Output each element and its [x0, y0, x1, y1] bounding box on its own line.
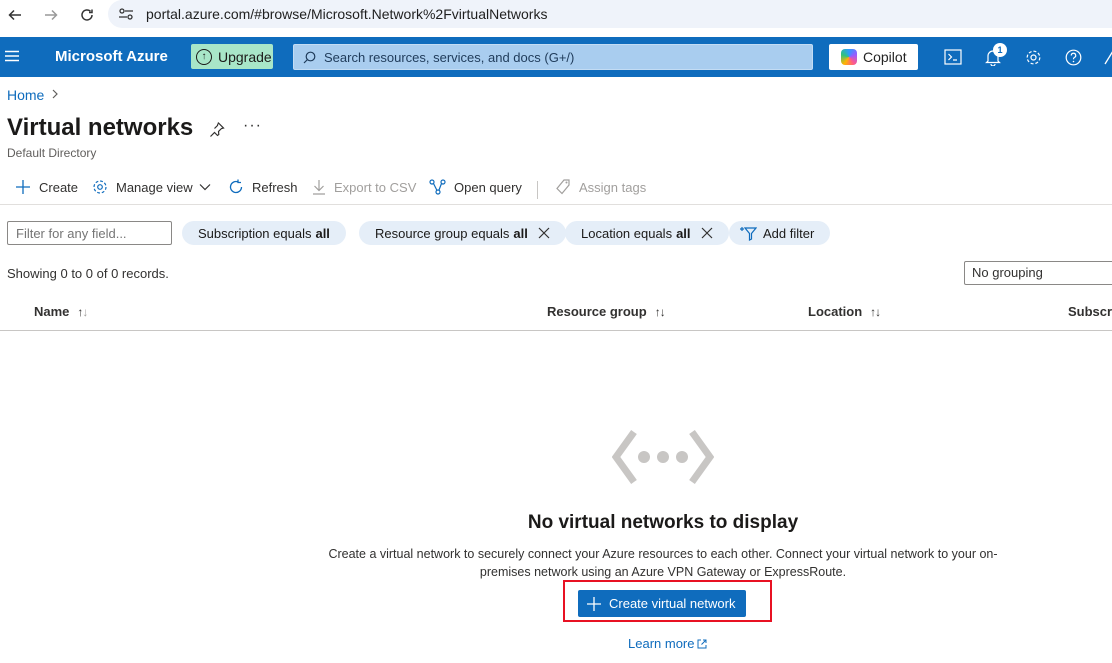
assign-tags-button[interactable]: Assign tags: [556, 179, 646, 195]
copilot-button[interactable]: Copilot: [829, 44, 918, 70]
records-count: Showing 0 to 0 of 0 records.: [7, 266, 169, 281]
create-virtual-network-button[interactable]: Create virtual network: [578, 590, 746, 617]
feedback-icon[interactable]: [1100, 48, 1112, 66]
empty-state-title: No virtual networks to display: [527, 512, 799, 533]
column-header-resource-group[interactable]: Resource group ↑↓: [547, 304, 666, 319]
upgrade-arrow-icon: ↑: [196, 48, 212, 65]
brand-title[interactable]: Microsoft Azure: [55, 48, 168, 65]
column-resource-group-label: Resource group: [547, 304, 647, 319]
refresh-icon: [229, 179, 243, 194]
tag-icon: [556, 179, 570, 195]
add-filter-icon: [740, 227, 757, 241]
resource-group-filter-pill[interactable]: Resource group equals all: [359, 221, 566, 245]
resource-group-filter-value: all: [513, 225, 528, 241]
back-arrow-icon[interactable]: [4, 4, 26, 26]
create-virtual-network-label: Create virtual network: [609, 596, 736, 611]
address-bar[interactable]: portal.azure.com/#browse/Microsoft.Netwo…: [108, 0, 1112, 28]
more-options-icon[interactable]: ···: [243, 117, 262, 135]
sort-icon: ↑↓: [654, 304, 666, 319]
page-subtitle: Default Directory: [7, 146, 97, 160]
external-link-icon: [697, 639, 707, 648]
virtual-network-icon: [612, 429, 714, 485]
manage-view-button[interactable]: Manage view: [92, 179, 211, 195]
search-placeholder: Search resources, services, and docs (G+…: [324, 49, 575, 65]
export-csv-label: Export to CSV: [334, 179, 417, 195]
forward-arrow-icon[interactable]: [40, 4, 62, 26]
copilot-icon: [841, 49, 857, 65]
breadcrumb: Home: [7, 87, 59, 103]
table-header: Name ↑↓ Resource group ↑↓ Location ↑↓ Su…: [0, 298, 1112, 331]
pin-icon[interactable]: [209, 121, 225, 140]
location-filter-pill[interactable]: Location equals all: [565, 221, 729, 245]
export-csv-button[interactable]: Export to CSV: [312, 179, 416, 195]
azure-header: Microsoft Azure ↑ Upgrade Search resourc…: [0, 37, 1112, 77]
assign-tags-label: Assign tags: [579, 179, 647, 195]
empty-state-container: No virtual networks to display: [0, 512, 1112, 534]
close-icon[interactable]: [701, 227, 713, 239]
learn-more-label: Learn more: [628, 636, 695, 651]
grouping-dropdown[interactable]: No grouping: [964, 261, 1112, 285]
upgrade-button[interactable]: ↑ Upgrade: [191, 44, 273, 69]
help-icon[interactable]: [1064, 48, 1082, 66]
reload-icon[interactable]: [76, 4, 98, 26]
subscription-filter-label: Subscription equals: [198, 225, 312, 241]
toolbar-divider: [537, 181, 538, 199]
column-subscription-label: Subscripti: [1068, 304, 1112, 319]
upgrade-label: Upgrade: [218, 48, 272, 65]
create-button[interactable]: Create: [15, 179, 78, 195]
query-icon: [429, 179, 446, 195]
browser-toolbar: portal.azure.com/#browse/Microsoft.Netwo…: [0, 0, 1112, 30]
close-icon[interactable]: [538, 227, 550, 239]
sort-icon: ↑↓: [77, 304, 88, 319]
cloud-shell-icon[interactable]: [944, 48, 962, 66]
plus-icon: [16, 180, 30, 194]
page-title: Virtual networks: [7, 114, 194, 141]
download-icon: [313, 180, 325, 195]
refresh-label: Refresh: [252, 179, 298, 195]
filter-input[interactable]: [7, 221, 172, 245]
hamburger-icon[interactable]: [5, 50, 19, 65]
column-name-label: Name: [34, 304, 70, 319]
command-bar: Create Manage view Refresh Export to CSV…: [0, 172, 1112, 205]
copilot-label: Copilot: [863, 49, 907, 65]
subscription-filter-value: all: [315, 225, 330, 241]
grouping-value: No grouping: [972, 265, 1043, 280]
search-icon: [303, 51, 316, 64]
chevron-right-icon: [52, 88, 59, 102]
manage-view-label: Manage view: [116, 179, 193, 195]
site-settings-icon[interactable]: [118, 6, 134, 22]
learn-more-link[interactable]: Learn more: [628, 636, 707, 651]
notification-badge: 1: [993, 43, 1007, 57]
empty-state-description: Create a virtual network to securely con…: [328, 547, 998, 579]
refresh-button[interactable]: Refresh: [228, 179, 298, 195]
open-query-label: Open query: [454, 179, 522, 195]
add-filter-label: Add filter: [763, 225, 815, 241]
plus-icon: [587, 596, 601, 611]
add-filter-button[interactable]: Add filter: [729, 221, 831, 245]
resource-group-filter-label: Resource group equals: [375, 225, 510, 241]
chevron-down-icon: [199, 184, 211, 191]
column-header-name[interactable]: Name ↑↓: [34, 304, 88, 319]
create-label: Create: [39, 179, 79, 195]
column-header-location[interactable]: Location ↑↓: [808, 304, 881, 319]
url-text: portal.azure.com/#browse/Microsoft.Netwo…: [146, 6, 548, 22]
column-header-subscription[interactable]: Subscripti: [1068, 304, 1112, 319]
location-filter-label: Location equals: [581, 225, 673, 241]
breadcrumb-home-link[interactable]: Home: [7, 87, 44, 103]
gear-icon[interactable]: [1024, 48, 1042, 66]
global-search-input[interactable]: Search resources, services, and docs (G+…: [293, 44, 813, 70]
open-query-button[interactable]: Open query: [429, 179, 522, 195]
gear-icon: [93, 180, 107, 194]
column-location-label: Location: [808, 304, 863, 319]
sort-icon: ↑↓: [870, 304, 881, 319]
subscription-filter-pill[interactable]: Subscription equals all: [182, 221, 346, 245]
location-filter-value: all: [676, 225, 691, 241]
